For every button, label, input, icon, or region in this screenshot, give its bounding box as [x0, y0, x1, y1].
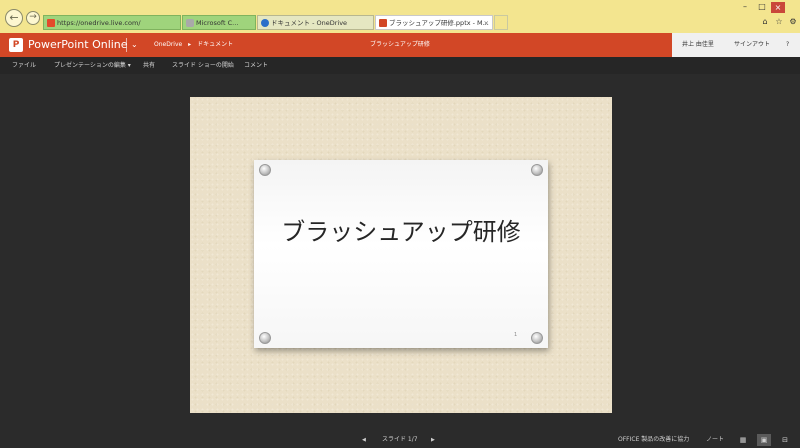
chevron-down-icon[interactable]: ⌄: [131, 37, 138, 53]
tab-label: ブラッシュアップ研修.pptx - M...: [389, 19, 489, 27]
minimize-icon[interactable]: –: [738, 2, 752, 11]
pin-icon: [259, 164, 271, 176]
reading-view-icon[interactable]: ▣: [757, 434, 771, 446]
pin-icon: [531, 164, 543, 176]
help-button[interactable]: ?: [786, 40, 789, 50]
notes-button[interactable]: ノート: [706, 435, 724, 445]
menu-file[interactable]: ファイル: [12, 61, 36, 70]
browser-tab-powerpoint[interactable]: ブラッシュアップ研修.pptx - M... ×: [375, 15, 493, 30]
previous-slide-button[interactable]: ◀: [362, 435, 366, 445]
slide-title-card: [254, 160, 548, 348]
document-title[interactable]: ブラッシュアップ研修: [360, 39, 440, 51]
improve-office-link[interactable]: OFFICE 製品の改善に協力: [618, 435, 689, 445]
tab-label: Microsoft C...: [196, 19, 239, 27]
user-name[interactable]: 井上 由佳里: [682, 40, 714, 50]
settings-gear-icon[interactable]: ⚙: [786, 17, 800, 26]
tab-label: ドキュメント - OneDrive: [271, 19, 348, 27]
normal-view-icon[interactable]: ▦: [736, 434, 750, 446]
new-tab-button[interactable]: [494, 15, 508, 30]
maximize-icon[interactable]: □: [755, 2, 769, 11]
breadcrumb-onedrive[interactable]: OneDrive: [154, 41, 182, 48]
pin-icon: [259, 332, 271, 344]
home-icon[interactable]: ⌂: [758, 17, 772, 26]
menu-start-slideshow[interactable]: スライド ショーの開始: [172, 61, 234, 70]
favorites-icon[interactable]: ☆: [772, 17, 786, 26]
address-bar[interactable]: https://onedrive.live.com/: [43, 15, 181, 30]
user-area: 井上 由佳里 サインアウト ?: [672, 33, 800, 57]
powerpoint-icon: [379, 19, 387, 27]
back-button[interactable]: ←: [5, 9, 23, 27]
signout-link[interactable]: サインアウト: [734, 40, 770, 50]
slide-counter: スライド 1/7: [382, 436, 418, 443]
app-brand[interactable]: PowerPoint Online: [28, 38, 128, 52]
browser-chrome: ← → https://onedrive.live.com/ Microsoft…: [0, 0, 800, 33]
browser-tab-microsoft[interactable]: Microsoft C...: [182, 15, 256, 30]
lock-icon: [186, 19, 194, 27]
cloud-icon: [261, 19, 269, 27]
breadcrumb-separator: ▸: [188, 41, 192, 48]
app-header: P PowerPoint Online ⌄ OneDrive ▸ ドキュメント …: [0, 33, 800, 57]
breadcrumb-documents[interactable]: ドキュメント: [197, 41, 233, 48]
close-window-icon[interactable]: ×: [771, 2, 785, 13]
slide-number: 1: [514, 332, 518, 338]
close-tab-icon[interactable]: ×: [484, 16, 489, 29]
address-text: https://onedrive.live.com/: [57, 19, 141, 27]
browser-tab-onedrive[interactable]: ドキュメント - OneDrive: [257, 15, 374, 30]
pin-icon: [531, 332, 543, 344]
breadcrumb: OneDrive ▸ ドキュメント: [154, 39, 237, 51]
menu-edit-presentation[interactable]: プレゼンテーションの編集 ▾: [54, 61, 131, 70]
next-slide-button[interactable]: ▶: [431, 435, 435, 445]
menu-comments[interactable]: コメント: [244, 61, 268, 70]
menu-share[interactable]: 共有: [143, 61, 155, 70]
slideshow-view-icon[interactable]: ⊟: [778, 434, 792, 446]
header-divider: [126, 38, 127, 52]
slide-title[interactable]: ブラッシュアップ研修: [254, 216, 548, 248]
menu-bar: ファイル プレゼンテーションの編集 ▾ 共有 スライド ショーの開始 コメント: [0, 57, 800, 74]
page-icon: [47, 19, 55, 27]
status-bar: ◀ スライド 1/7 ▶ OFFICE 製品の改善に協力 ノート ▦ ▣ ⊟: [0, 432, 800, 448]
powerpoint-logo-icon: P: [9, 38, 23, 52]
forward-button[interactable]: →: [26, 11, 40, 25]
